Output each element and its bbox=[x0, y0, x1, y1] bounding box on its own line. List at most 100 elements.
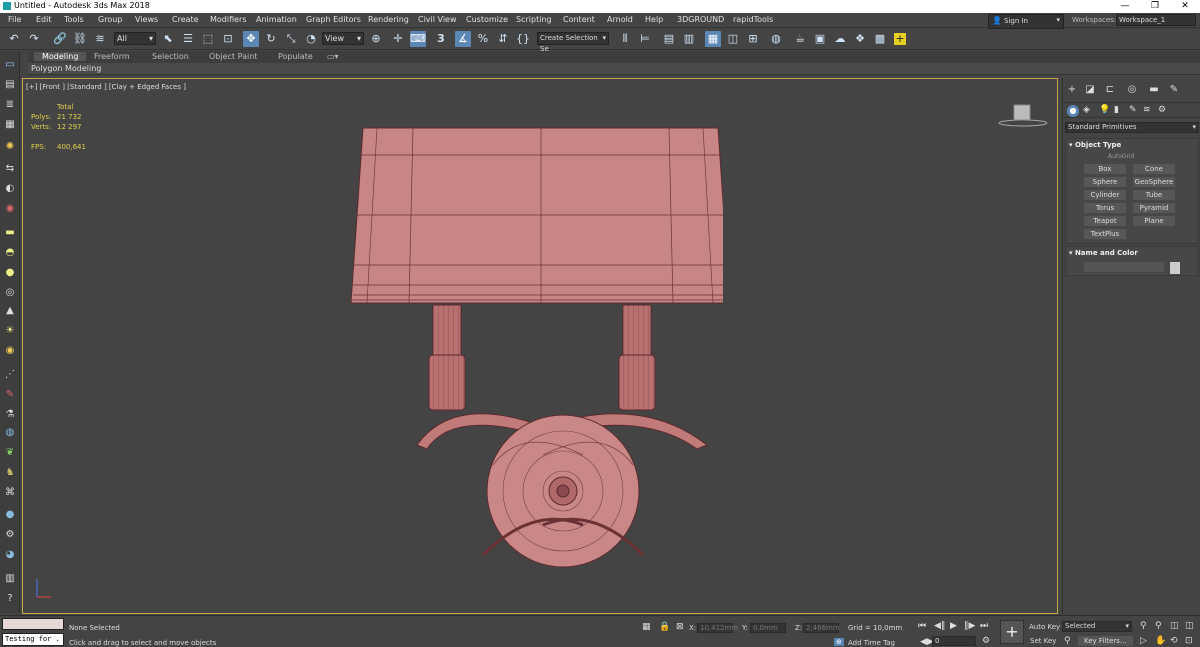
teapot-button[interactable]: Teapot bbox=[1084, 216, 1126, 226]
menu-content[interactable]: Content bbox=[563, 15, 595, 24]
globe-icon[interactable]: ◍ bbox=[4, 427, 16, 439]
go-to-end-icon[interactable]: ⏭ bbox=[980, 621, 988, 631]
shapes-icon[interactable]: ◈ bbox=[1083, 105, 1090, 115]
time-configuration-icon[interactable]: ⚙ bbox=[982, 636, 990, 646]
torus-button[interactable]: Torus bbox=[1084, 203, 1126, 213]
maxscript-input[interactable]: Testing for . bbox=[2, 633, 64, 646]
lock-icon[interactable]: ▥ bbox=[4, 573, 16, 585]
tab-object-paint[interactable]: Object Paint bbox=[209, 52, 257, 61]
layer-explorer-icon[interactable]: ▥ bbox=[681, 31, 697, 47]
wall-sconce-model[interactable] bbox=[343, 125, 723, 571]
bind-space-warp-icon[interactable]: ≋ bbox=[92, 31, 108, 47]
menu-edit[interactable]: Edit bbox=[36, 15, 52, 24]
ribbon-options-icon[interactable]: ▭▾ bbox=[327, 52, 339, 61]
menu-graph-editors[interactable]: Graph Editors bbox=[306, 15, 361, 24]
redo-icon[interactable]: ↷ bbox=[26, 31, 42, 47]
time-tag-icon[interactable]: ⊕ bbox=[834, 638, 844, 646]
figure-icon[interactable]: ♞ bbox=[4, 467, 16, 479]
y-coordinate-field[interactable]: 0,0mm bbox=[750, 623, 786, 633]
box-button[interactable]: Box bbox=[1084, 164, 1126, 174]
select-by-name-icon[interactable]: ☰ bbox=[180, 31, 196, 47]
menu-customize[interactable]: Customize bbox=[466, 15, 508, 24]
pyramid-button[interactable]: Pyramid bbox=[1133, 203, 1175, 213]
view-cube[interactable] bbox=[997, 101, 1049, 129]
lights-icon[interactable]: 💡 bbox=[1099, 105, 1110, 115]
material-sphere-icon[interactable]: ● bbox=[4, 509, 16, 521]
plane-icon[interactable]: ▬ bbox=[4, 227, 16, 239]
cone-button[interactable]: Cone bbox=[1133, 164, 1175, 174]
select-object-icon[interactable]: ⬉ bbox=[160, 31, 176, 47]
helper-icon[interactable]: ◐ bbox=[4, 183, 16, 195]
systems-icon[interactable]: ⚙ bbox=[1158, 105, 1166, 115]
placement-icon[interactable]: ◔ bbox=[303, 31, 319, 47]
close-button[interactable]: ✕ bbox=[1170, 0, 1200, 13]
primitive-category-dropdown[interactable]: Standard Primitives ▾ bbox=[1065, 122, 1199, 133]
x-coordinate-field[interactable]: 10,412mm bbox=[697, 623, 738, 633]
current-frame-field[interactable]: 0 bbox=[932, 636, 976, 646]
selection-lock-icon[interactable]: 🔒 bbox=[659, 622, 670, 632]
tools-icon[interactable]: ⚙ bbox=[4, 529, 16, 541]
undo-icon[interactable]: ↶ bbox=[6, 31, 22, 47]
window-crossing-icon[interactable]: ⊡ bbox=[220, 31, 236, 47]
sphere-icon[interactable]: ● bbox=[4, 267, 16, 279]
select-manipulate-icon[interactable]: ✛ bbox=[390, 31, 406, 47]
z-coordinate-field[interactable]: 2,466mm bbox=[803, 623, 840, 633]
object-type-title[interactable]: ▾ Object Type bbox=[1069, 141, 1121, 149]
unlink-icon[interactable]: ⛓ bbox=[72, 31, 88, 47]
mirror-icon[interactable]: ⫴ bbox=[617, 31, 633, 47]
key-set-dropdown[interactable]: Selected ▾ bbox=[1062, 621, 1132, 632]
absolute-mode-icon[interactable]: ⊠ bbox=[676, 622, 684, 632]
tab-modeling[interactable]: Modeling bbox=[34, 52, 87, 61]
percent-snap-icon[interactable]: % bbox=[475, 31, 491, 47]
scale-icon[interactable]: ⤡ bbox=[283, 31, 299, 47]
name-and-color-title[interactable]: ▾ Name and Color bbox=[1069, 249, 1138, 257]
foliage-icon[interactable]: ❦ bbox=[4, 447, 16, 459]
go-to-start-icon[interactable]: ⏮ bbox=[918, 621, 926, 631]
viewport-label[interactable]: [+] [Front ] [Standard ] [Clay + Edged F… bbox=[26, 83, 186, 91]
add-time-tag-button[interactable]: Add Time Tag bbox=[848, 639, 895, 647]
pan-icon[interactable]: ✋ bbox=[1155, 636, 1166, 646]
tab-selection[interactable]: Selection bbox=[152, 52, 189, 61]
rotate-icon[interactable]: ↻ bbox=[263, 31, 279, 47]
torus-icon[interactable]: ◎ bbox=[4, 287, 16, 299]
menu-group[interactable]: Group bbox=[98, 15, 122, 24]
layer-list-icon[interactable]: ≣ bbox=[4, 99, 16, 111]
render-setup-icon[interactable]: ☕ bbox=[792, 31, 808, 47]
angle-snap-icon[interactable]: ∡ bbox=[455, 31, 471, 47]
previous-frame-icon[interactable]: ◀‖ bbox=[934, 621, 945, 631]
render-in-cloud-icon[interactable]: ▩ bbox=[872, 31, 888, 47]
cylinder-button[interactable]: Cylinder bbox=[1084, 190, 1126, 200]
plugin-icon[interactable]: + bbox=[894, 33, 906, 45]
dummy-icon[interactable]: ◉ bbox=[4, 203, 16, 215]
create-tab-icon[interactable]: + bbox=[1065, 84, 1079, 98]
table-icon[interactable]: ▦ bbox=[4, 119, 16, 131]
maximize-viewport-icon[interactable]: ⊡ bbox=[1185, 636, 1193, 646]
geometry-icon[interactable]: ● bbox=[1067, 105, 1079, 117]
key-filter-icon[interactable]: ⚲ bbox=[1064, 636, 1071, 646]
render-production-icon[interactable]: ☁ bbox=[832, 31, 848, 47]
material-editor-icon[interactable]: ◍ bbox=[768, 31, 784, 47]
pivot-center-icon[interactable]: ⊕ bbox=[368, 31, 384, 47]
menu-create[interactable]: Create bbox=[172, 15, 199, 24]
workspace-dropdown[interactable]: Workspace_1 bbox=[1116, 14, 1196, 26]
snaps-toggle-icon[interactable]: 3 bbox=[433, 31, 449, 47]
sign-in-dropdown[interactable]: 👤 Sign In ▾ bbox=[988, 14, 1064, 29]
sun-icon[interactable]: ☀ bbox=[4, 325, 16, 337]
maxscript-listener[interactable] bbox=[2, 618, 64, 630]
disc-icon[interactable]: ◉ bbox=[4, 345, 16, 357]
hierarchy-icon[interactable]: ⚗ bbox=[4, 409, 16, 421]
menu-arnold[interactable]: Arnold bbox=[607, 15, 633, 24]
restore-button[interactable]: ❐ bbox=[1140, 0, 1170, 13]
zoom-icon[interactable]: ⚲ bbox=[1140, 621, 1147, 631]
autogrid-checkbox[interactable]: AutoGrid bbox=[1108, 153, 1135, 160]
edit-named-selection-icon[interactable]: {} bbox=[515, 31, 531, 47]
cloth-icon[interactable]: ⌘ bbox=[4, 487, 16, 499]
zoom-all-icon[interactable]: ⚲ bbox=[1155, 621, 1162, 631]
front-viewport[interactable]: [+] [Front ] [Standard ] [Clay + Edged F… bbox=[22, 78, 1058, 614]
toggle-ribbon-icon[interactable]: ▦ bbox=[705, 31, 721, 47]
play-icon[interactable]: ▶ bbox=[950, 621, 957, 631]
menu-civil-view[interactable]: Civil View bbox=[418, 15, 457, 24]
stairs-icon[interactable]: ⋰ bbox=[4, 369, 16, 381]
set-key-button[interactable]: Set Key bbox=[1030, 637, 1056, 645]
tab-populate[interactable]: Populate bbox=[278, 52, 313, 61]
